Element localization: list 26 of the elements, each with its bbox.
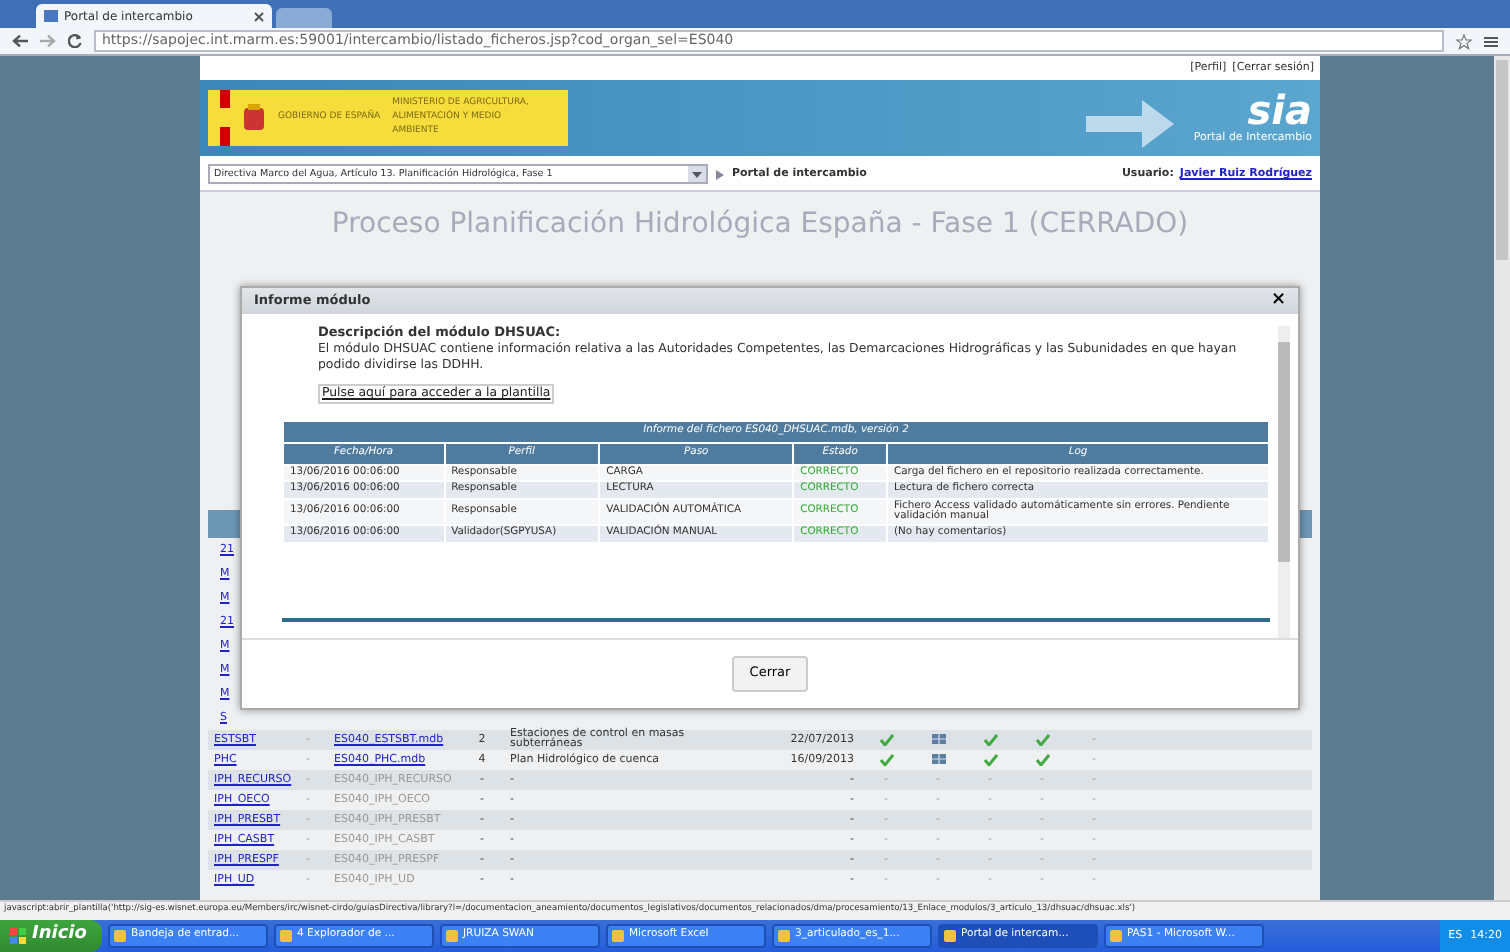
flag-icon [220,90,230,147]
star-icon[interactable] [1456,33,1472,49]
logo-text: sia [1247,90,1312,131]
app-icon [446,930,459,942]
close-button[interactable]: × [1270,292,1286,310]
grid-icon [931,754,945,765]
app-icon [1110,930,1123,942]
app-icon [944,930,957,942]
forward-icon[interactable] [40,34,56,48]
app-icon [612,930,625,942]
crest-icon [242,104,266,133]
modal-scrollbar[interactable] [1278,326,1290,638]
triangle-icon [716,169,724,180]
reload-icon[interactable] [68,34,82,48]
menu-icon[interactable] [1484,35,1498,47]
app-icon [114,930,127,942]
windows-logo-icon [10,928,26,944]
app-icon [778,930,791,942]
app-icon [280,930,293,942]
start-button[interactable]: Inicio [0,920,103,952]
close-icon[interactable] [254,11,264,21]
caret-icon [692,171,702,178]
back-icon[interactable] [12,34,28,48]
page-scrollbar[interactable] [1494,56,1510,900]
page-icon [44,10,58,22]
page-title: Proceso Planificación Hidrológica España - Fase 1 (CERRADO) [329,206,1191,245]
